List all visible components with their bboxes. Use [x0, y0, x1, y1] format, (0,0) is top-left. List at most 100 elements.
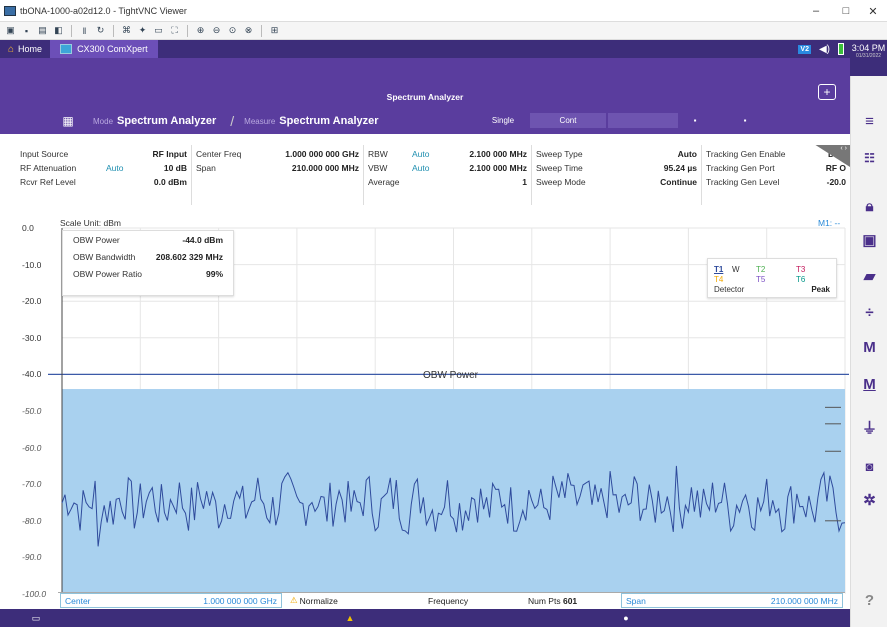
app-tab[interactable]: CX300 ComXpert [50, 40, 158, 58]
param-row: Span 210.000 000 MHz [196, 163, 359, 177]
save-icon[interactable]: ▪ [20, 25, 33, 37]
obw-row: OBW Power -44.0 dBm [69, 235, 227, 252]
version-badge: V2 [798, 44, 811, 54]
marker-readout: M1: -- [818, 218, 841, 228]
fullscreen-icon[interactable]: ⛶ [168, 25, 181, 37]
close-button[interactable]: ✕ [858, 0, 887, 22]
folder-icon[interactable]: ▰ [851, 266, 887, 286]
add-window-button[interactable]: + [818, 84, 836, 100]
restart-icon[interactable]: ▪ [730, 113, 760, 128]
obw-row: OBW Bandwidth 208.602 329 MHz [69, 252, 227, 269]
maximize-button[interactable]: □ [831, 0, 861, 22]
ctrl-alt-del-icon[interactable]: ⌘ [120, 25, 133, 37]
help-icon[interactable]: ? [851, 590, 887, 610]
trace-t2[interactable]: T2 [756, 265, 765, 274]
auto-flag: Auto [106, 163, 124, 173]
new-connection-icon[interactable]: ▣ [4, 25, 17, 37]
menu-icon[interactable]: ≡ [851, 111, 887, 131]
files-icon[interactable]: ▭ [28, 612, 44, 624]
cont-button[interactable]: Cont [530, 113, 606, 128]
alert-icon[interactable]: ▲ [342, 612, 358, 624]
trace-legend[interactable]: T1 W T2 T3 T4 T5 T6 Detector Peak [707, 258, 837, 298]
pause-icon[interactable]: ‖ [78, 25, 91, 37]
right-sidebar: ≡ ☷ 🔒︎ ▣ ▰ ÷ M M ⏚ ◙ ✲ ? [850, 76, 887, 627]
params-sweep[interactable]: Sweep Type Auto Sweep Time 95.24 µs Sweep … [532, 145, 702, 205]
app-grid-icon[interactable]: ▦ [57, 112, 79, 130]
lock-icon[interactable]: 🔒︎ [851, 196, 887, 216]
trace-t1[interactable]: T1 [714, 265, 723, 274]
param-label: Sweep Time [536, 163, 583, 173]
split-icon[interactable]: ÷ [851, 302, 887, 322]
home-tab[interactable]: ⌂ Home [0, 40, 50, 58]
zoom-100-icon[interactable]: ⊙ [226, 25, 239, 37]
clock-time: 3:04 PM [851, 43, 886, 53]
zoom-in-icon[interactable]: ⊕ [194, 25, 207, 37]
parameter-panel: Input Source RF Input RF Attenuation Auto 1… [16, 145, 850, 205]
normalize-button[interactable]: ⚠ Normalize [290, 593, 380, 608]
obw-value: 208.602 329 MHz [155, 252, 223, 262]
zoom-fit-icon[interactable]: ⊗ [242, 25, 255, 37]
transfer-icon[interactable]: ⊞ [268, 25, 281, 37]
minimize-button[interactable]: – [801, 0, 831, 22]
peak-search-icon[interactable]: ⏚ [851, 417, 887, 437]
settings-icon[interactable]: ✲ [851, 490, 887, 510]
span-field[interactable]: Span 210.000 000 MHz [621, 593, 843, 608]
location-icon[interactable]: ● [618, 612, 634, 624]
numpts-label: Num Pts [528, 595, 561, 606]
save-icon[interactable]: ▣ [851, 230, 887, 250]
trace-t6[interactable]: T6 [796, 275, 805, 284]
param-row: Input Source RF Input [20, 149, 187, 163]
param-value: Continue [660, 177, 697, 187]
params-tracking-gen[interactable]: Tracking Gen EnableDisa Tracking Gen Por… [702, 145, 850, 205]
frequency-label[interactable]: Frequency [428, 593, 468, 608]
center-freq-field[interactable]: Center 1.000 000 000 GHz [60, 593, 282, 608]
info-icon[interactable]: ◧ [52, 25, 65, 37]
param-row: RBW Auto 2.100 000 MHz [368, 149, 527, 163]
measure-value[interactable]: Spectrum Analyzer [279, 115, 378, 127]
marker-table-icon[interactable]: M [851, 374, 887, 394]
param-row: Center Freq 1.000 000 000 GHz [196, 149, 359, 163]
speaker-icon[interactable]: ◀) [819, 44, 830, 55]
run-toggle[interactable] [608, 113, 678, 128]
zoom-out-icon[interactable]: ⊖ [210, 25, 223, 37]
warning-icon: ⚠ [290, 595, 298, 605]
trace-t4[interactable]: T4 [714, 275, 723, 284]
num-points[interactable]: Num Pts 601 [528, 593, 577, 608]
params-bandwidth[interactable]: RBW Auto 2.100 000 MHz VBW Auto 2.100 000 MH… [364, 145, 532, 205]
param-row: Tracking Gen Port RF O [706, 163, 846, 177]
auto-flag: Auto [412, 149, 430, 159]
trigger-icon[interactable]: ▪ [680, 113, 710, 128]
trace-t5[interactable]: T5 [756, 275, 765, 284]
toolbar-separator [113, 24, 114, 37]
param-row: Tracking Gen Level -20.0 [706, 177, 846, 191]
refresh-icon[interactable]: ↻ [94, 25, 107, 37]
alt-icon[interactable]: ▭ [152, 25, 165, 37]
marker-icon[interactable]: M [851, 337, 887, 357]
camera-icon[interactable]: ◙ [851, 456, 887, 476]
single-button[interactable]: Single [478, 113, 528, 128]
param-value: 1.000 000 000 GHz [285, 149, 359, 159]
battery-icon [838, 43, 844, 55]
layout-icon[interactable]: ☷ [851, 148, 887, 168]
clock-date: 01/31/2022 [855, 53, 882, 59]
toolbar-separator [187, 24, 188, 37]
param-value: Auto [677, 149, 697, 159]
params-frequency[interactable]: Center Freq 1.000 000 000 GHz Span 210.000… [192, 145, 364, 205]
param-value: 10 dB [163, 163, 187, 173]
param-label: Input Source [20, 149, 69, 159]
home-icon: ⌂ [8, 43, 15, 55]
param-label: Rcvr Ref Level [20, 177, 76, 187]
scale-unit-label: Scale Unit: dBm [60, 218, 121, 228]
obw-label: OBW Bandwidth [73, 252, 136, 262]
detector-value[interactable]: Peak [811, 285, 830, 294]
param-value: 0.0 dBm [153, 177, 187, 187]
y-tick-label: -40.0 [22, 369, 42, 380]
trace-t3[interactable]: T3 [796, 265, 805, 274]
options-icon[interactable]: ▤ [36, 25, 49, 37]
y-tick-label: -50.0 [22, 406, 42, 416]
ctrl-icon[interactable]: ✦ [136, 25, 149, 37]
param-label: Tracking Gen Port [706, 163, 775, 173]
param-label: Center Freq [196, 149, 242, 159]
mode-value[interactable]: Spectrum Analyzer [117, 115, 216, 127]
params-input[interactable]: Input Source RF Input RF Attenuation Auto 1… [16, 145, 192, 205]
